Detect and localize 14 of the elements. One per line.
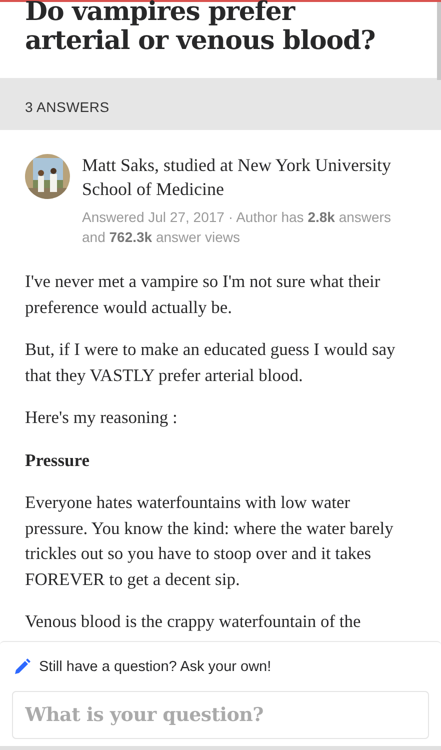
- answers-count: 3 ANSWERS: [25, 99, 110, 115]
- section-heading: Pressure: [25, 448, 90, 472]
- answer-paragraph: Venous blood is the crappy waterfountain of the: [25, 610, 362, 633]
- question-input[interactable]: What is your question?: [12, 691, 429, 739]
- answer-paragraph: I've never met a vampire so I'm not sure what their preference would actually be.: [25, 270, 382, 319]
- scrollbar[interactable]: [437, 2, 441, 80]
- answer-paragraph: Here's my reasoning :: [25, 406, 178, 429]
- author-credential[interactable]: Matt Saks, studied at New York University School of Medicine: [82, 153, 416, 201]
- ask-prompt: Still have a question? Ask your own!: [39, 659, 272, 675]
- question-title: Do vampires prefer arterial or venous blood?: [25, 0, 376, 56]
- answer-paragraph: Everyone hates waterfountains with low water pressure. You know the kind: where the water barely trickles out so you have to stoop over and it takes FOREVER to get a decent sip.: [25, 491, 394, 591]
- answer-paragraph: But, if I were to make an educated guess I would say that they VASTLY prefer arterial blood.: [25, 338, 396, 387]
- answer-meta: Answered Jul 27, 2017 · Author has 2.8k answers and 762.3k answer views: [82, 208, 392, 247]
- pencil-icon: [13, 658, 31, 676]
